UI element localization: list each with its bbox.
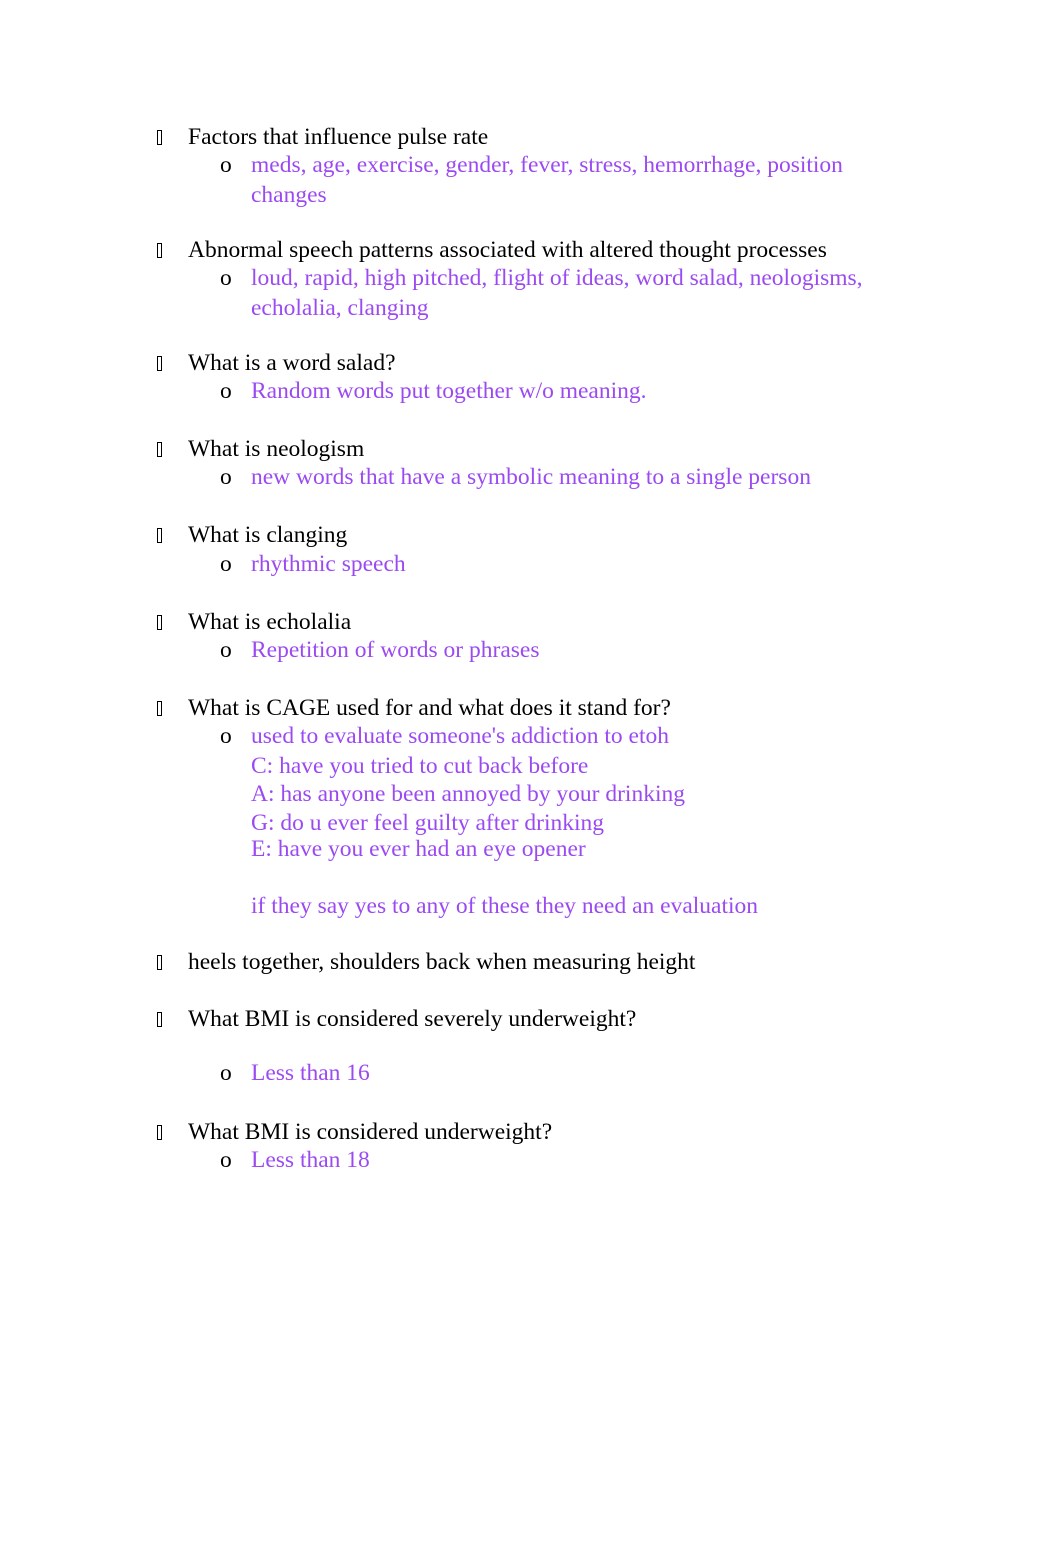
sub-bullet-icon: o	[220, 1060, 232, 1086]
bullet-icon	[157, 130, 162, 145]
bullet-icon	[157, 955, 162, 970]
question-text: What is a word salad?	[188, 350, 396, 376]
sub-bullet-icon: o	[220, 464, 232, 490]
bullet-icon	[157, 528, 162, 543]
question-text: Abnormal speech patterns associated with…	[188, 237, 827, 263]
answer-text: used to evaluate someone's addiction to …	[251, 723, 669, 749]
sub-bullet-icon: o	[220, 378, 232, 404]
bullet-icon	[157, 1125, 162, 1140]
sub-bullet-icon: o	[220, 265, 232, 291]
bullet-icon	[157, 243, 162, 258]
question-text: What is clanging	[188, 522, 348, 548]
answer-text: changes	[251, 182, 327, 208]
answer-text: Less than 18	[251, 1147, 370, 1173]
bullet-icon	[157, 356, 162, 371]
bullet-icon	[157, 442, 162, 457]
answer-text: meds, age, exercise, gender, fever, stre…	[251, 152, 843, 178]
answer-text: Random words put together w/o meaning.	[251, 378, 647, 404]
answer-text: rhythmic speech	[251, 551, 406, 577]
question-text: heels together, shoulders back when meas…	[188, 949, 696, 975]
sub-bullet-icon: o	[220, 152, 232, 178]
question-text: What is CAGE used for and what does it s…	[188, 695, 671, 721]
answer-text: G: do u ever feel guilty after drinking	[251, 810, 605, 836]
answer-text: Less than 16	[251, 1060, 370, 1086]
bullet-icon	[157, 1012, 162, 1027]
bullet-icon	[157, 701, 162, 716]
answer-text: A: has anyone been annoyed by your drink…	[251, 781, 685, 807]
sub-bullet-icon: o	[220, 723, 232, 749]
bullet-icon	[157, 615, 162, 630]
answer-text: if they say yes to any of these they nee…	[251, 893, 759, 919]
answer-text: echolalia, clanging	[251, 295, 429, 321]
question-text: What BMI is considered severely underwei…	[188, 1006, 637, 1032]
question-text: What BMI is considered underweight?	[188, 1119, 553, 1145]
answer-text: new words that have a symbolic meaning t…	[251, 464, 811, 490]
answer-text: C: have you tried to cut back before	[251, 753, 589, 779]
sub-bullet-icon: o	[220, 551, 232, 577]
answer-text: E: have you ever had an eye opener	[251, 836, 586, 862]
question-text: Factors that influence pulse rate	[188, 124, 489, 150]
answer-text: Repetition of words or phrases	[251, 637, 540, 663]
answer-text: loud, rapid, high pitched, flight of ide…	[251, 265, 863, 291]
question-text: What is neologism	[188, 436, 365, 462]
question-text: What is echolalia	[188, 609, 352, 635]
sub-bullet-icon: o	[220, 637, 232, 663]
sub-bullet-icon: o	[220, 1147, 232, 1173]
